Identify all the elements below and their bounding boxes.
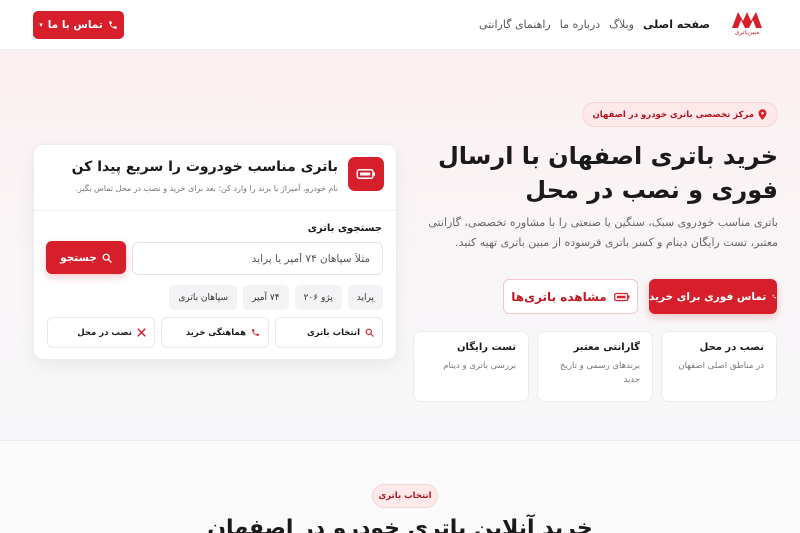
card-title: باتری مناسب خودروت را سریع پیدا کن [71,159,338,175]
card-subtitle: نام خودرو، آمپراژ یا برند را وارد کن؛ بع… [75,184,338,193]
action-label: هماهنگی خرید [185,327,246,338]
section-badge: انتخاب باتری [372,484,438,508]
feature-title: نصب در محل [699,342,764,353]
hero-badge-text: مرکز تخصصی باتری خودرو در اصفهان [592,109,754,120]
hero-title: خرید باتری اصفهان با ارسال فوری و نصب در… [437,142,778,204]
search-input[interactable] [132,242,383,275]
location-pin-icon [758,109,767,120]
feature-card-free-test: تست رایگان بررسی باتری و دینام [413,331,529,402]
call-to-buy-label: تماس فوری برای خرید [649,290,767,303]
action-select-battery[interactable]: انتخاب باتری [275,317,383,348]
feature-title: گارانتی معتبر [573,342,640,353]
phone-icon [252,329,259,336]
hero-badge: مرکز تخصصی باتری خودرو در اصفهان [581,102,778,127]
feature-desc: بررسی باتری و دینام [443,361,516,371]
search-icon [365,328,374,337]
action-coordinate-purchase[interactable]: هماهنگی خرید [161,317,269,348]
quick-chips: پراید پژو ۲۰۶ ۷۴ آمپر سپاهان باتری [169,285,383,310]
battery-icon [348,157,384,191]
contact-us-button[interactable]: تماس با ما ▾ [33,11,124,39]
divider [34,210,396,211]
nav-item-blog[interactable]: وبلاگ [609,18,634,31]
main-nav: صفحه اصلی وبلاگ درباره ما راهنمای گارانت… [479,18,710,31]
search-icon [102,253,112,263]
chevron-down-icon: ▾ [39,21,43,29]
feature-card-warranty: گارانتی معتبر برندهای رسمی و تاریخ جدید [537,331,653,402]
action-label: نصب در محل [77,327,132,338]
contact-us-label: تماس با ما [47,19,103,31]
view-batteries-label: مشاهده باتری‌ها [511,289,607,304]
site-header: مبین‌باتری صفحه اصلی وبلاگ درباره ما راه… [0,0,800,50]
hero-description: باتری مناسب خودروی سبک، سنگین یا صنعتی ر… [428,216,778,249]
search-button-label: جستجو [60,251,97,264]
nav-item-warranty-guide[interactable]: راهنمای گارانتی [479,18,551,31]
chip-pride[interactable]: پراید [347,285,383,310]
chip-74-amp[interactable]: ۷۴ آمپر [243,285,289,310]
feature-desc: در مناطق اصلی اصفهان [678,361,764,371]
nav-item-about[interactable]: درباره ما [560,18,600,31]
action-label: انتخاب باتری [306,327,360,338]
call-to-buy-button[interactable]: تماس فوری برای خرید [649,279,777,314]
chip-sepahan-battery[interactable]: سپاهان باتری [169,285,238,310]
battery-icon [613,292,630,301]
action-onsite-install[interactable]: نصب در محل [47,317,155,348]
battery-finder-card: باتری مناسب خودروت را سریع پیدا کن نام خ… [33,144,397,360]
tools-icon [137,328,146,337]
view-batteries-button[interactable]: مشاهده باتری‌ها [503,279,638,314]
logo-text: مبین‌باتری [734,29,760,36]
feature-desc: برندهای رسمی و تاریخ جدید [560,361,640,385]
feature-title: تست رایگان [456,342,516,353]
search-label: جستجوی باتری [307,223,382,234]
search-button[interactable]: جستجو [46,241,126,274]
chip-peugeot-206[interactable]: پژو ۲۰۶ [294,285,342,310]
section-title: خرید آنلاین باتری خودرو در اصفهان [207,516,593,533]
nav-item-home[interactable]: صفحه اصلی [643,18,710,31]
logo[interactable]: مبین‌باتری [730,9,764,41]
phone-icon [109,21,117,29]
phone-icon [772,294,777,299]
quick-actions: انتخاب باتری هماهنگی خرید نصب در محل [47,317,383,348]
feature-card-onsite-install: نصب در محل در مناطق اصلی اصفهان [661,331,777,402]
logo-mark-icon [732,12,762,28]
